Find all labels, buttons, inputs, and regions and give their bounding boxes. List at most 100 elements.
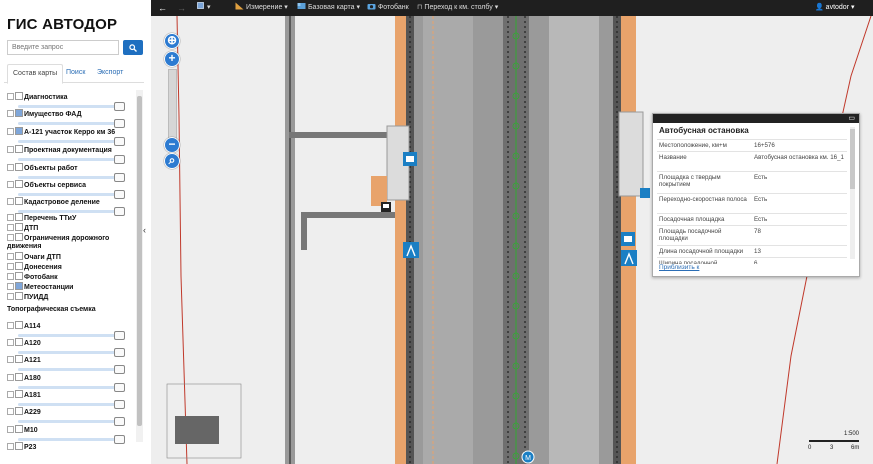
layer-item[interactable]: ДТП xyxy=(7,223,38,233)
layer-item[interactable]: Перечень ТТиУ xyxy=(7,213,76,223)
opacity-slider[interactable] xyxy=(18,417,125,426)
checkbox[interactable] xyxy=(15,407,23,415)
zoom-slider-track[interactable] xyxy=(168,69,177,139)
slider-handle[interactable] xyxy=(114,331,125,340)
checkbox[interactable] xyxy=(15,262,23,270)
checkbox[interactable] xyxy=(15,145,23,153)
expand-icon[interactable] xyxy=(7,391,14,398)
checkbox[interactable] xyxy=(15,180,23,188)
checkbox[interactable] xyxy=(15,442,23,450)
layer-item[interactable]: Диагностика xyxy=(7,92,68,102)
expand-icon[interactable] xyxy=(7,214,14,221)
expand-icon[interactable] xyxy=(7,146,14,153)
checkbox[interactable] xyxy=(15,390,23,398)
topo-item[interactable]: А229 xyxy=(7,407,41,417)
expand-icon[interactable] xyxy=(7,374,14,381)
topo-item[interactable]: А181 xyxy=(7,390,41,400)
expand-icon[interactable] xyxy=(7,198,14,205)
layer-item[interactable]: Объекты сервиса xyxy=(7,180,86,190)
opacity-slider[interactable] xyxy=(18,102,125,111)
zoom-to-feature-link[interactable]: Приблизить к xyxy=(659,264,699,271)
expand-icon[interactable] xyxy=(7,224,14,231)
expand-icon[interactable] xyxy=(7,164,14,171)
slider-handle[interactable] xyxy=(114,102,125,111)
layer-item[interactable]: А-121 участок Керро км 36 xyxy=(7,127,115,137)
expand-icon[interactable] xyxy=(7,234,14,241)
checkbox[interactable] xyxy=(15,233,23,241)
opacity-slider[interactable] xyxy=(18,331,125,340)
bus-pictogram-icon[interactable] xyxy=(381,202,391,212)
measure-menu-button[interactable]: Измерение ▾ xyxy=(235,0,288,16)
topo-item[interactable]: М10 xyxy=(7,425,38,435)
popup-scrollbar-thumb[interactable] xyxy=(850,129,855,189)
topo-item[interactable]: Р23 xyxy=(7,442,36,452)
bus-stop-sign-icon-right[interactable] xyxy=(621,232,635,246)
scrollbar-thumb[interactable] xyxy=(137,96,142,426)
opacity-slider[interactable] xyxy=(18,348,125,357)
opacity-slider[interactable] xyxy=(18,400,125,409)
photobank-button[interactable]: Фотобанк xyxy=(367,0,409,16)
expand-icon[interactable] xyxy=(7,181,14,188)
topo-item[interactable]: А180 xyxy=(7,373,41,383)
layers-menu-button[interactable]: ▾ xyxy=(197,0,210,16)
checkbox[interactable] xyxy=(15,282,23,290)
slider-handle[interactable] xyxy=(114,417,125,426)
user-menu-button[interactable]: 👤 avtodor ▾ xyxy=(815,0,855,16)
layer-item[interactable]: Кадастровое деление xyxy=(7,197,100,207)
checkbox[interactable] xyxy=(15,223,23,231)
expand-icon[interactable] xyxy=(7,253,14,260)
zoom-in-button[interactable]: + xyxy=(164,51,180,67)
slider-handle[interactable] xyxy=(114,119,125,128)
search-button[interactable] xyxy=(123,40,143,55)
slider-handle[interactable] xyxy=(114,383,125,392)
tab-map-layers[interactable]: Состав карты xyxy=(7,64,64,84)
slider-handle[interactable] xyxy=(114,155,125,164)
checkbox[interactable] xyxy=(15,127,23,135)
expand-icon[interactable] xyxy=(7,128,14,135)
tab-search[interactable]: Поиск xyxy=(61,64,90,82)
slider-handle[interactable] xyxy=(114,435,125,444)
expand-icon[interactable] xyxy=(7,283,14,290)
slider-handle[interactable] xyxy=(114,137,125,146)
opacity-slider[interactable] xyxy=(18,119,125,128)
expand-icon[interactable] xyxy=(7,110,14,117)
opacity-slider[interactable] xyxy=(18,383,125,392)
opacity-slider[interactable] xyxy=(18,365,125,374)
expand-icon[interactable] xyxy=(7,356,14,363)
checkbox[interactable] xyxy=(15,355,23,363)
expand-icon[interactable] xyxy=(7,426,14,433)
topo-item[interactable]: А114 xyxy=(7,321,40,331)
topo-item[interactable]: А120 xyxy=(7,338,41,348)
popup-maximize-icon[interactable]: ▭ xyxy=(848,114,855,122)
bus-stop-sign-icon[interactable] xyxy=(403,152,417,166)
checkbox[interactable] xyxy=(15,272,23,280)
expand-icon[interactable] xyxy=(7,443,14,450)
zoom-search-button[interactable]: ⌕ xyxy=(164,153,180,169)
checkbox[interactable] xyxy=(15,163,23,171)
checkbox[interactable] xyxy=(15,92,23,100)
layer-item[interactable]: Метеостанции xyxy=(7,282,74,292)
popup-scrollbar[interactable] xyxy=(850,127,855,259)
opacity-slider[interactable] xyxy=(18,435,125,444)
slider-handle[interactable] xyxy=(114,173,125,182)
tab-export[interactable]: Экспорт xyxy=(92,64,128,82)
back-button[interactable]: ← xyxy=(158,0,167,16)
checkbox[interactable] xyxy=(15,197,23,205)
layer-item[interactable]: Проектная документация xyxy=(7,145,112,155)
bus-stop-small-icon[interactable] xyxy=(640,188,650,198)
pedestrian-crossing-icon-left[interactable] xyxy=(403,242,419,258)
expand-icon[interactable] xyxy=(7,293,14,300)
layer-tree-scrollbar[interactable] xyxy=(136,90,143,442)
layer-item[interactable]: Очаги ДТП xyxy=(7,252,61,262)
layer-item[interactable]: ПУИДД xyxy=(7,292,48,302)
expand-icon[interactable] xyxy=(7,263,14,270)
layer-item[interactable]: Донесения xyxy=(7,262,62,272)
slider-handle[interactable] xyxy=(114,348,125,357)
opacity-slider[interactable] xyxy=(18,137,125,146)
expand-icon[interactable] xyxy=(7,93,14,100)
goto-pole-menu-button[interactable]: ⊓ Переход к км. столбу ▾ xyxy=(417,0,498,16)
expand-icon[interactable] xyxy=(7,273,14,280)
layer-item[interactable]: Фотобанк xyxy=(7,272,58,282)
zoom-out-button[interactable]: − xyxy=(164,137,180,153)
opacity-slider[interactable] xyxy=(18,190,125,199)
